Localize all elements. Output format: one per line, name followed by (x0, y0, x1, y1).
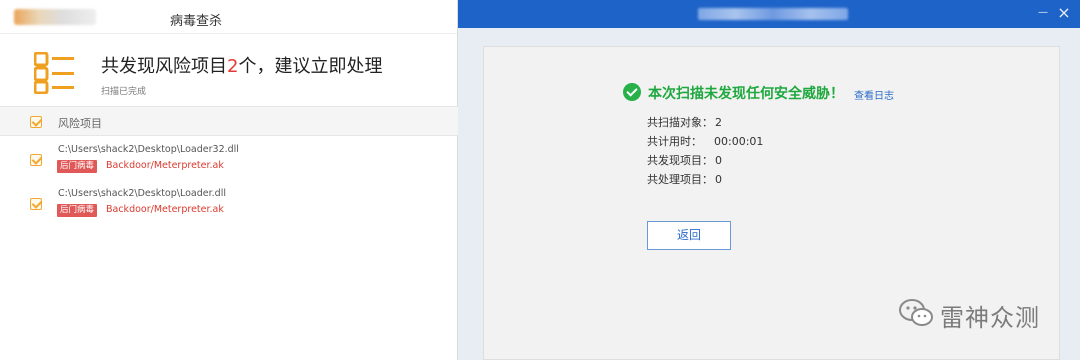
select-all-checkbox[interactable] (30, 116, 42, 128)
view-log-link[interactable]: 查看日志 (854, 87, 894, 102)
stat-value: 00:00:01 (714, 135, 764, 148)
virus-name: Backdoor/Meterpreter.ak (106, 204, 224, 215)
summary-headline: 共发现风险项目2个，建议立即处理 (101, 52, 382, 78)
risk-item[interactable]: C:\Users\shack2\Desktop\Loader.dll 后门病毒 … (0, 184, 458, 228)
right-title-bar: — × (458, 0, 1080, 28)
check-circle-icon (623, 83, 641, 101)
stat-scanned: 共扫描对象： 2 (647, 114, 763, 133)
close-button[interactable]: × (1056, 4, 1072, 22)
watermark-text: 雷神众测 (940, 304, 1040, 332)
scan-summary: 共发现风险项目2个，建议立即处理 扫描已完成 (0, 44, 458, 104)
virus-name: Backdoor/Meterpreter.ak (106, 160, 224, 171)
headline-prefix: 共发现风险项目 (101, 56, 227, 77)
stat-found: 共发现项目： 0 (647, 152, 763, 171)
stat-handled: 共处理项目： 0 (647, 171, 763, 190)
blurred-window-title (698, 8, 848, 20)
stat-time: 共计用时： 00:00:01 (647, 133, 763, 152)
wechat-icon (899, 299, 933, 326)
list-header-label: 风险项目 (58, 117, 102, 130)
back-button[interactable]: 返回 (647, 221, 731, 250)
left-title-bar: 病毒查杀 (0, 0, 457, 34)
file-path: C:\Users\shack2\Desktop\Loader32.dll (58, 144, 239, 155)
threat-tag: 后门病毒 (57, 160, 98, 173)
stat-label: 共扫描对象： (647, 116, 713, 129)
scan-status-text: 扫描已完成 (101, 87, 147, 97)
stat-value: 0 (715, 173, 722, 186)
stat-value: 0 (715, 154, 722, 167)
risk-item[interactable]: C:\Users\shack2\Desktop\Loader32.dll 后门病… (0, 140, 458, 184)
list-icon (34, 52, 74, 94)
risk-list-header: 风险项目 (0, 106, 458, 136)
item-checkbox[interactable] (30, 154, 42, 166)
risk-count: 2 (227, 56, 239, 77)
window-title: 病毒查杀 (170, 14, 223, 29)
stat-label: 共处理项目： (647, 173, 713, 186)
risk-scan-window: 病毒查杀 共发现风险项目2个，建议立即处理 扫描已完成 风险项目 C:\User… (0, 0, 458, 360)
file-path: C:\Users\shack2\Desktop\Loader.dll (58, 188, 226, 199)
minimize-button[interactable]: — (1036, 6, 1050, 20)
status-message: 本次扫描未发现任何安全威胁！ (648, 86, 844, 102)
item-checkbox[interactable] (30, 198, 42, 210)
stat-label: 共计用时： (647, 135, 702, 148)
threat-tag: 后门病毒 (57, 204, 98, 217)
scan-stats: 共扫描对象： 2 共计用时： 00:00:01 共发现项目： 0 共处理项目： 0 (647, 114, 763, 190)
stat-value: 2 (715, 116, 722, 129)
headline-suffix: 个，建议立即处理 (238, 56, 383, 77)
stat-label: 共发现项目： (647, 154, 713, 167)
